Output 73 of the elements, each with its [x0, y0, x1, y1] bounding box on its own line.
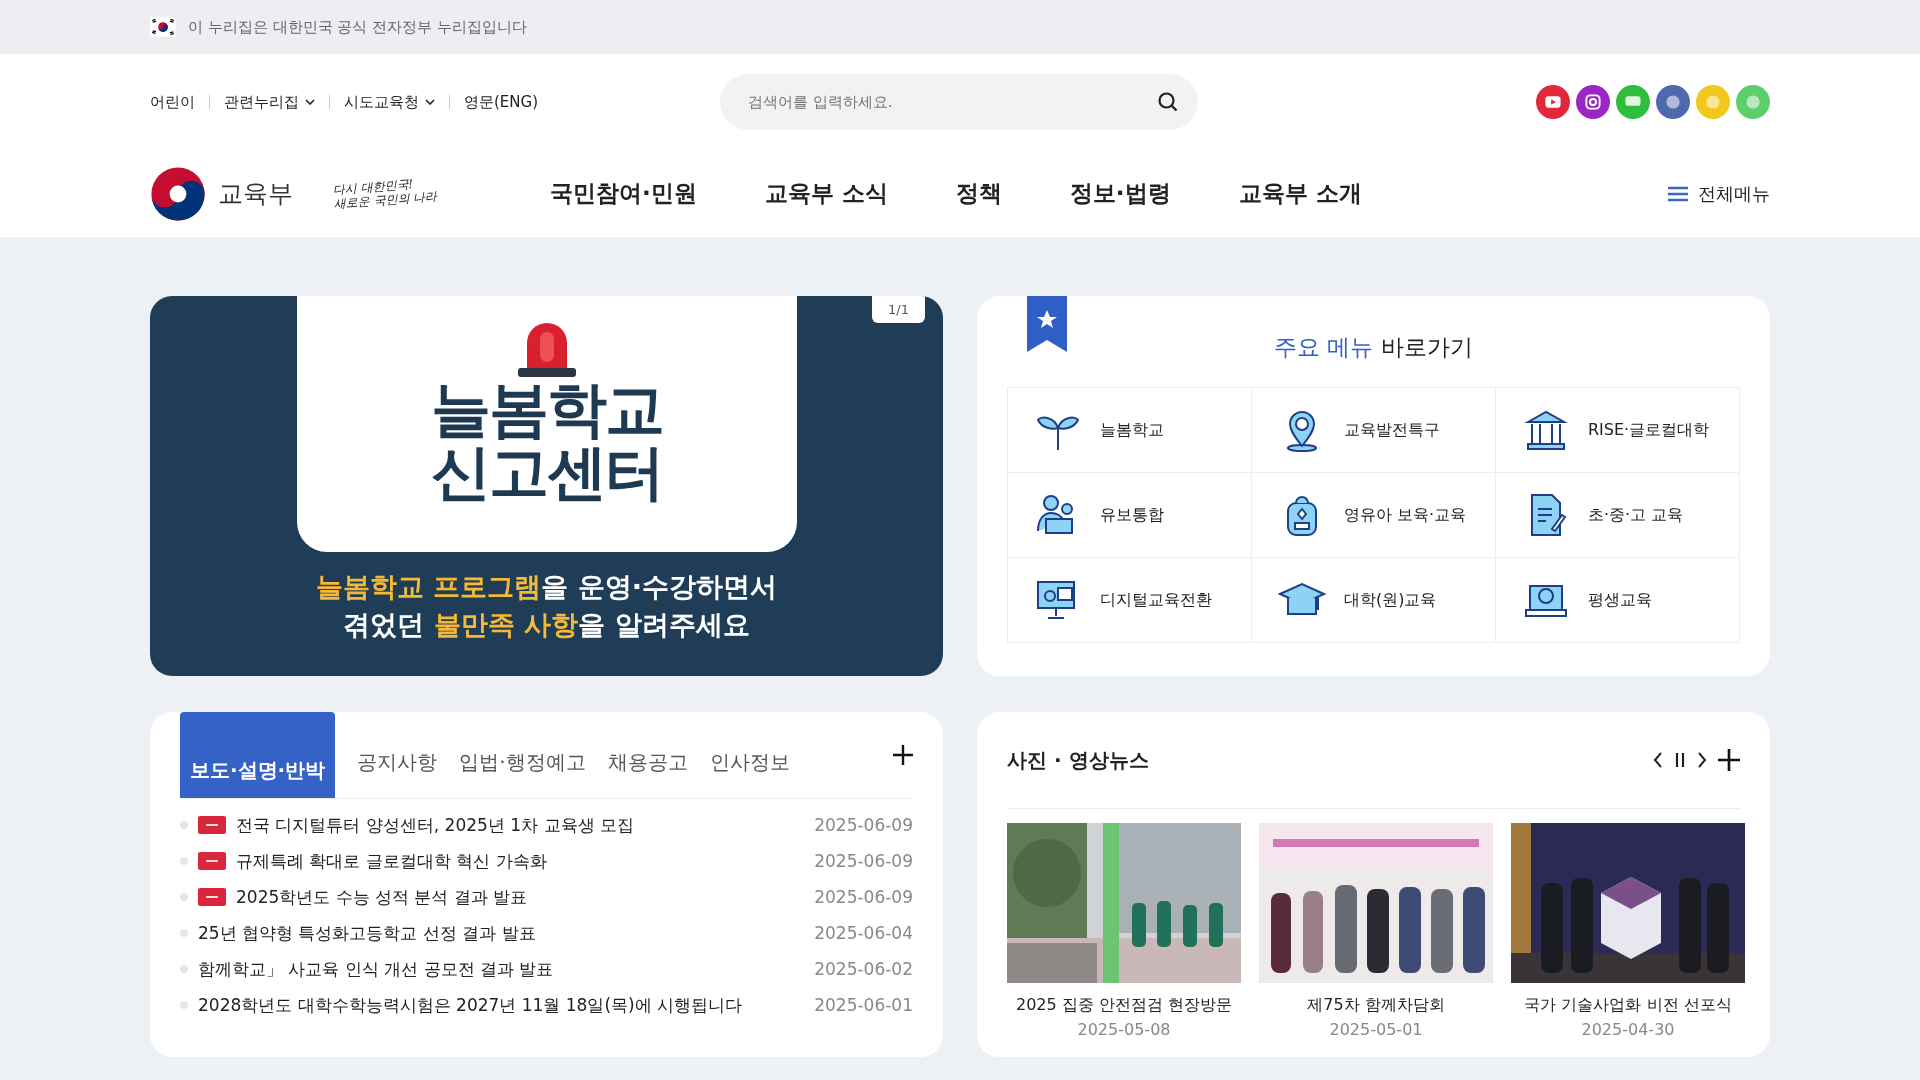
plus-icon[interactable] [893, 745, 913, 765]
emblem-icon[interactable] [150, 165, 206, 222]
menu-icon[interactable] [1668, 185, 1688, 202]
news-date: 2025-06-02 [814, 959, 913, 979]
bullet-icon [180, 1001, 188, 1009]
news-date: 2025-06-09 [814, 887, 913, 907]
search-icon[interactable] [1156, 90, 1180, 114]
utility-link[interactable]: 어린이 [150, 92, 195, 112]
quick-menu-item[interactable]: 초·중·고 교육 [1496, 473, 1740, 558]
bullet-icon [180, 893, 188, 901]
banner-text: 늘봄학교 프로그램을 운영·수강하면서 [315, 570, 778, 604]
chevron-right-icon[interactable] [1696, 750, 1708, 770]
news-link[interactable]: 2025학년도 수능 성적 분석 결과 발표 [236, 885, 805, 909]
photo-caption[interactable]: 국가 기술사업화 비전 선포식 [1524, 995, 1732, 1016]
nav-item[interactable]: 교육부 소개 [1238, 178, 1362, 209]
camera-icon[interactable] [1576, 85, 1610, 119]
news-date: 2025-06-09 [814, 815, 913, 835]
quick-menu-item[interactable]: 평생교육 [1496, 558, 1740, 643]
quick-menu-item[interactable]: RISE·글로컬대학 [1496, 388, 1740, 473]
quick-menu-item[interactable]: 교육발전특구 [1252, 388, 1496, 473]
quick-menu-title: 주요 메뉴 바로가기 [1273, 333, 1474, 362]
chevron-left-icon[interactable] [1652, 750, 1664, 770]
video-play-icon[interactable] [1536, 85, 1570, 119]
news-link[interactable]: 25년 협약형 특성화고등학교 선정 결과 발표 [198, 921, 805, 945]
utility-link[interactable]: 시도교육청 [344, 92, 435, 112]
quick-menu-item[interactable]: 대학(원)교육 [1252, 558, 1496, 643]
news-tab[interactable]: 채용공고 [607, 734, 688, 776]
pause-icon[interactable] [1674, 750, 1686, 770]
quick-menu-item[interactable]: 유보통합 [1008, 473, 1252, 558]
photo-date: 2025-04-30 [1581, 1020, 1675, 1039]
photo-caption[interactable]: 제75차 함께차담회 [1307, 995, 1445, 1016]
utility-link[interactable]: 영문(ENG) [464, 92, 539, 112]
chevron-down-icon[interactable] [425, 99, 435, 105]
bullet-icon [180, 965, 188, 973]
nav-item[interactable]: 국민참여·민원 [550, 178, 697, 209]
news-date: 2025-06-01 [814, 995, 913, 1015]
bullet-icon [180, 821, 188, 829]
plus-icon[interactable] [1718, 749, 1740, 771]
news-tab[interactable]: 인사정보 [709, 734, 790, 776]
quick-menu-item[interactable]: 영유아 보육·교육 [1252, 473, 1496, 558]
search-field[interactable]: 검색어를 입력하세요. [720, 74, 1198, 130]
government-notice: 이 누리집은 대한민국 공식 전자정부 누리집입니다 [188, 17, 527, 37]
nav-item[interactable]: 교육부 소식 [764, 178, 888, 209]
photo-date: 2025-05-08 [1077, 1020, 1171, 1039]
banner-text: 겪었던 불만족 사항을 알려주세요 [342, 607, 751, 642]
banner[interactable]: 늘봄학교 신고센터 늘봄학교 프로그램을 운영·수강하면서 겪었던 불만족 사항을 알려주세요 1/1 [150, 296, 943, 676]
bullet-icon [180, 929, 188, 937]
ministry-name[interactable]: 교육부 [218, 177, 293, 210]
nav-item[interactable]: 정책 [955, 178, 1002, 209]
news-date: 2025-06-04 [814, 923, 913, 943]
news-link[interactable]: 전국 디지털튜터 양성센터, 2025년 1차 교육생 모집 [236, 813, 805, 837]
news-link[interactable]: 함께학교」 사교육 인식 개선 공모전 결과 발표 [198, 957, 805, 981]
quick-menu-item[interactable]: 늘봄학교 [1008, 388, 1252, 473]
quick-menu-item[interactable]: 디지털교육전환 [1008, 558, 1252, 643]
photo-caption[interactable]: 2025 집중 안전점검 현장방문 [1016, 995, 1232, 1016]
bullet-icon [180, 857, 188, 865]
news-tab[interactable]: 공지사항 [357, 734, 438, 776]
news-link[interactable]: 규제특례 확대로 글로컬대학 혁신 가속화 [236, 849, 805, 873]
all-menu-button[interactable]: 전체메뉴 [1668, 181, 1770, 206]
utility-link[interactable]: 관련누리집 [224, 92, 315, 112]
flag-icon [150, 17, 176, 37]
slide-counter: 1/1 [872, 296, 925, 323]
slogan: 다시 대한민국! 새로운 국민의 나라 [332, 176, 438, 212]
banner-title: 늘봄학교 신고센터 [430, 378, 663, 504]
chevron-down-icon[interactable] [305, 99, 315, 105]
photo-news-title: 사진 · 영상뉴스 [1007, 746, 1149, 774]
photo-date: 2025-05-01 [1329, 1020, 1423, 1039]
nav-item[interactable]: 정보·법령 [1069, 178, 1171, 209]
news-link[interactable]: 2028학년도 대학수학능력시험은 2027년 11월 18일(목)에 시행됩니다 [198, 993, 805, 1017]
social-circle-icon[interactable] [1656, 85, 1690, 119]
news-tab[interactable]: 입법·행정예고 [459, 734, 586, 776]
news-tab[interactable]: 보도·설명·반박 [180, 712, 336, 798]
news-date: 2025-06-09 [814, 851, 913, 871]
